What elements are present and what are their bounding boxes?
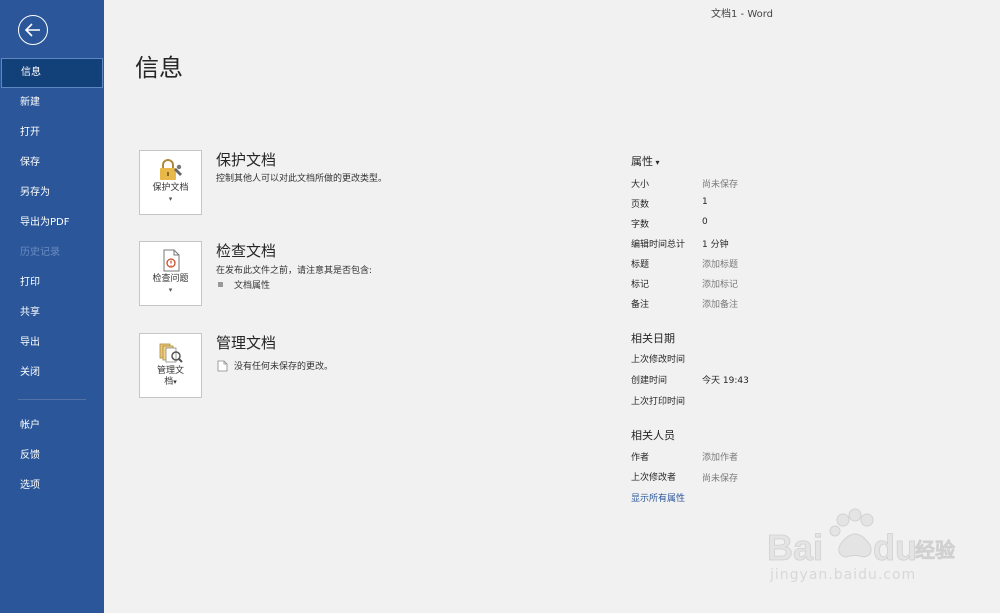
prop-comments-input[interactable]: 添加备注 (702, 297, 738, 310)
date-created-value: 今天 19:43 (702, 376, 749, 386)
chevron-down-icon: ▾ (168, 195, 173, 203)
backstage-nav: 信息 新建 打开 保存 另存为 导出为PDF 历史记录 打印 共享 导出 关闭 … (0, 58, 104, 501)
people-title: 相关人员 (631, 429, 675, 442)
inspect-desc: 在发布此文件之前，请注意其是否包含: (216, 266, 373, 276)
dates-title: 相关日期 (631, 332, 675, 345)
nav-open[interactable]: 打开 (0, 118, 104, 148)
manage-document-button[interactable]: 管理文 档▾ (139, 333, 202, 398)
check-issues-button[interactable]: 检查问题 ▾ (139, 241, 202, 306)
svg-text:Bai: Bai (767, 527, 823, 568)
svg-text:经验: 经验 (915, 538, 955, 562)
window-title: 文档1 - Word (711, 9, 774, 20)
inspect-title: 检查文档 (216, 242, 277, 260)
date-printed-label: 上次打印时间 (631, 397, 686, 407)
nav-share[interactable]: 共享 (0, 298, 104, 328)
svg-text:du: du (873, 527, 917, 568)
date-created-label: 创建时间 (631, 376, 668, 386)
properties-dropdown[interactable]: 属性 ▾ (631, 153, 660, 169)
nav-account[interactable]: 帐户 (0, 411, 104, 441)
prop-tags-label: 标记 (631, 280, 650, 290)
last-modified-by-label: 上次修改者 (631, 473, 677, 483)
prop-title-label: 标题 (631, 260, 650, 270)
prop-tags-input[interactable]: 添加标记 (702, 277, 738, 290)
protect-title: 保护文档 (216, 151, 277, 169)
nav-history: 历史记录 (20, 247, 60, 258)
prop-title-input[interactable]: 添加标题 (702, 257, 738, 270)
manage-document-icon (159, 343, 183, 363)
manage-button-label: 管理文 档▾ (140, 366, 201, 388)
bullet-icon (218, 282, 223, 287)
check-issues-label: 检查问题 (152, 274, 189, 284)
prop-words-value: 0 (702, 217, 708, 227)
prop-edit-time-value: 1 分钟 (702, 240, 729, 250)
prop-pages-value: 1 (702, 197, 708, 207)
last-modified-by-value: 尚未保存 (702, 474, 739, 484)
prop-comments-label: 备注 (631, 300, 650, 310)
manage-button-label-line1: 管理文 (156, 366, 184, 376)
nav-close[interactable]: 关闭 (0, 358, 104, 388)
nav-new[interactable]: 新建 (0, 88, 104, 118)
backstage-sidebar: 信息 新建 打开 保存 另存为 导出为PDF 历史记录 打印 共享 导出 关闭 … (0, 0, 104, 613)
back-button[interactable] (18, 15, 48, 45)
nav-export-pdf[interactable]: 导出为PDF (0, 208, 104, 238)
lock-icon (159, 159, 182, 180)
author-label: 作者 (631, 453, 650, 463)
chevron-down-icon: ▾ (173, 378, 177, 386)
prop-words-label: 字数 (631, 220, 650, 230)
nav-save-as[interactable]: 另存为 (0, 178, 104, 208)
baidu-watermark-logo: Bai du 经验 (767, 508, 955, 568)
document-icon (217, 360, 228, 372)
add-author-input[interactable]: 添加作者 (702, 450, 738, 463)
date-modified-label: 上次修改时间 (631, 355, 686, 365)
watermark-url: jingyan.baidu.com (770, 567, 917, 583)
protect-document-button[interactable]: 保护文档 ▾ (139, 150, 202, 215)
inspect-bullet-text: 文档属性 (234, 281, 271, 291)
inspect-document-icon (163, 249, 179, 272)
manage-title: 管理文档 (216, 334, 277, 352)
properties-title: 属性 (631, 155, 653, 168)
manage-desc: 没有任何未保存的更改。 (234, 362, 334, 372)
page-title: 信息 (135, 54, 183, 82)
prop-pages-label: 页数 (631, 200, 650, 210)
chevron-down-icon: ▾ (168, 286, 173, 294)
nav-feedback[interactable]: 反馈 (0, 441, 104, 471)
protect-button-label: 保护文档 (152, 183, 189, 193)
prop-size-label: 大小 (631, 180, 650, 190)
nav-export[interactable]: 导出 (0, 328, 104, 358)
nav-info[interactable]: 信息 (1, 58, 103, 88)
nav-save[interactable]: 保存 (0, 148, 104, 178)
nav-print[interactable]: 打印 (0, 268, 104, 298)
nav-options[interactable]: 选项 (0, 471, 104, 501)
nav-divider (18, 399, 86, 400)
protect-desc: 控制其他人可以对此文档所做的更改类型。 (216, 174, 388, 184)
back-arrow-icon (25, 23, 40, 37)
manage-button-label-line2: 档 (164, 377, 174, 387)
show-all-properties-link[interactable]: 显示所有属性 (631, 491, 685, 504)
prop-edit-time-label: 编辑时间总计 (631, 240, 686, 250)
chevron-down-icon: ▾ (653, 158, 660, 167)
prop-size-value: 尚未保存 (702, 180, 739, 190)
